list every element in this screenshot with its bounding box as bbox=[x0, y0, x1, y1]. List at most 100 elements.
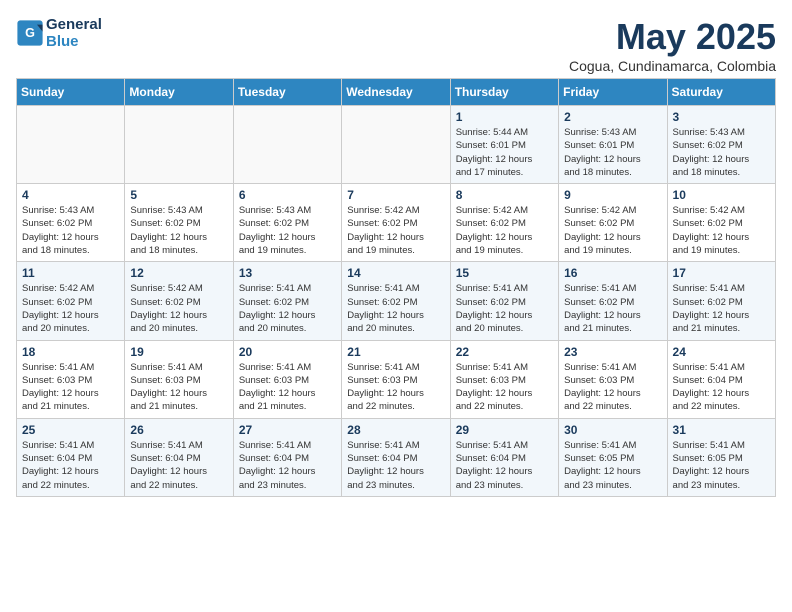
calendar-day-cell: 20Sunrise: 5:41 AM Sunset: 6:03 PM Dayli… bbox=[233, 340, 341, 418]
calendar-day-cell: 7 Sunrise: 5:42 AM Sunset: 6:02 PM Daylig… bbox=[342, 184, 450, 262]
calendar-day-cell: 10Sunrise: 5:42 AM Sunset: 6:02 PM Dayli… bbox=[667, 184, 775, 262]
calendar-day-cell: 9 Sunrise: 5:42 AM Sunset: 6:02 PM Daylig… bbox=[559, 184, 667, 262]
day-number: 2 bbox=[564, 110, 661, 124]
day-number: 22 bbox=[456, 345, 553, 359]
calendar-day-cell: 28 Sunrise: 5:41 AM Sunset: 6:04 PM Dayli… bbox=[342, 418, 450, 496]
day-number: 23 bbox=[564, 345, 661, 359]
day-number: 12 bbox=[130, 266, 227, 280]
day-info: Sunrise: 5:42 AM Sunset: 6:02 PM Dayligh… bbox=[130, 282, 227, 335]
day-number: 29 bbox=[456, 423, 553, 437]
logo-line1: General bbox=[46, 16, 102, 33]
calendar-week-row: 18Sunrise: 5:41 AM Sunset: 6:03 PM Dayli… bbox=[17, 340, 776, 418]
day-number: 9 bbox=[564, 188, 661, 202]
day-info: Sunrise: 5:41 AM Sunset: 6:04 PM Dayligh… bbox=[22, 439, 119, 492]
calendar-week-row: 1Sunrise: 5:44 AM Sunset: 6:01 PM Daylig… bbox=[17, 106, 776, 184]
day-number: 17 bbox=[673, 266, 770, 280]
day-info: Sunrise: 5:41 AM Sunset: 6:04 PM Dayligh… bbox=[347, 439, 444, 492]
calendar-day-cell: 22 Sunrise: 5:41 AM Sunset: 6:03 PM Dayli… bbox=[450, 340, 558, 418]
calendar-day-cell: 31Sunrise: 5:41 AM Sunset: 6:05 PM Dayli… bbox=[667, 418, 775, 496]
day-number: 6 bbox=[239, 188, 336, 202]
calendar-day-cell: 23 Sunrise: 5:41 AM Sunset: 6:03 PM Dayli… bbox=[559, 340, 667, 418]
day-number: 21 bbox=[347, 345, 444, 359]
day-number: 25 bbox=[22, 423, 119, 437]
day-info: Sunrise: 5:41 AM Sunset: 6:04 PM Dayligh… bbox=[130, 439, 227, 492]
calendar-day-cell: 1Sunrise: 5:44 AM Sunset: 6:01 PM Daylig… bbox=[450, 106, 558, 184]
calendar-day-cell: 25 Sunrise: 5:41 AM Sunset: 6:04 PM Dayli… bbox=[17, 418, 125, 496]
calendar-day-cell bbox=[17, 106, 125, 184]
weekday-header-thursday: Thursday bbox=[450, 79, 558, 106]
day-info: Sunrise: 5:41 AM Sunset: 6:05 PM Dayligh… bbox=[673, 439, 770, 492]
day-number: 26 bbox=[130, 423, 227, 437]
calendar-week-row: 11 Sunrise: 5:42 AM Sunset: 6:02 PM Dayli… bbox=[17, 262, 776, 340]
day-number: 16 bbox=[564, 266, 661, 280]
calendar-day-cell: 5 Sunrise: 5:43 AM Sunset: 6:02 PM Daylig… bbox=[125, 184, 233, 262]
calendar-day-cell: 18Sunrise: 5:41 AM Sunset: 6:03 PM Dayli… bbox=[17, 340, 125, 418]
calendar-day-cell: 27Sunrise: 5:41 AM Sunset: 6:04 PM Dayli… bbox=[233, 418, 341, 496]
logo: G General Blue bbox=[16, 16, 102, 50]
calendar-week-row: 25 Sunrise: 5:41 AM Sunset: 6:04 PM Dayli… bbox=[17, 418, 776, 496]
calendar-day-cell: 4 Sunrise: 5:43 AM Sunset: 6:02 PM Daylig… bbox=[17, 184, 125, 262]
month-title: May 2025 bbox=[569, 16, 776, 58]
day-info: Sunrise: 5:41 AM Sunset: 6:03 PM Dayligh… bbox=[130, 361, 227, 414]
day-info: Sunrise: 5:43 AM Sunset: 6:01 PM Dayligh… bbox=[564, 126, 661, 179]
day-number: 5 bbox=[130, 188, 227, 202]
logo-icon: G bbox=[16, 19, 44, 47]
day-info: Sunrise: 5:41 AM Sunset: 6:02 PM Dayligh… bbox=[564, 282, 661, 335]
calendar-day-cell bbox=[233, 106, 341, 184]
calendar-day-cell bbox=[125, 106, 233, 184]
calendar-day-cell: 17 Sunrise: 5:41 AM Sunset: 6:02 PM Dayli… bbox=[667, 262, 775, 340]
calendar-day-cell: 3Sunrise: 5:43 AM Sunset: 6:02 PM Daylig… bbox=[667, 106, 775, 184]
weekday-header-wednesday: Wednesday bbox=[342, 79, 450, 106]
day-number: 4 bbox=[22, 188, 119, 202]
day-info: Sunrise: 5:41 AM Sunset: 6:03 PM Dayligh… bbox=[239, 361, 336, 414]
day-info: Sunrise: 5:42 AM Sunset: 6:02 PM Dayligh… bbox=[347, 204, 444, 257]
day-info: Sunrise: 5:42 AM Sunset: 6:02 PM Dayligh… bbox=[564, 204, 661, 257]
calendar-day-cell: 15Sunrise: 5:41 AM Sunset: 6:02 PM Dayli… bbox=[450, 262, 558, 340]
logo-line2: Blue bbox=[46, 33, 102, 50]
title-block: May 2025 Cogua, Cundinamarca, Colombia bbox=[569, 16, 776, 74]
day-info: Sunrise: 5:41 AM Sunset: 6:02 PM Dayligh… bbox=[673, 282, 770, 335]
day-info: Sunrise: 5:41 AM Sunset: 6:02 PM Dayligh… bbox=[456, 282, 553, 335]
day-info: Sunrise: 5:41 AM Sunset: 6:04 PM Dayligh… bbox=[673, 361, 770, 414]
weekday-header-row: SundayMondayTuesdayWednesdayThursdayFrid… bbox=[17, 79, 776, 106]
day-number: 3 bbox=[673, 110, 770, 124]
day-number: 7 bbox=[347, 188, 444, 202]
calendar-day-cell: 29Sunrise: 5:41 AM Sunset: 6:04 PM Dayli… bbox=[450, 418, 558, 496]
svg-text:G: G bbox=[25, 26, 35, 40]
day-info: Sunrise: 5:43 AM Sunset: 6:02 PM Dayligh… bbox=[22, 204, 119, 257]
location: Cogua, Cundinamarca, Colombia bbox=[569, 58, 776, 74]
calendar-day-cell: 12 Sunrise: 5:42 AM Sunset: 6:02 PM Dayli… bbox=[125, 262, 233, 340]
day-info: Sunrise: 5:43 AM Sunset: 6:02 PM Dayligh… bbox=[130, 204, 227, 257]
day-info: Sunrise: 5:41 AM Sunset: 6:03 PM Dayligh… bbox=[347, 361, 444, 414]
day-number: 11 bbox=[22, 266, 119, 280]
day-number: 24 bbox=[673, 345, 770, 359]
weekday-header-saturday: Saturday bbox=[667, 79, 775, 106]
day-info: Sunrise: 5:41 AM Sunset: 6:03 PM Dayligh… bbox=[564, 361, 661, 414]
day-number: 1 bbox=[456, 110, 553, 124]
calendar-day-cell: 24 Sunrise: 5:41 AM Sunset: 6:04 PM Dayli… bbox=[667, 340, 775, 418]
day-number: 19 bbox=[130, 345, 227, 359]
day-info: Sunrise: 5:41 AM Sunset: 6:02 PM Dayligh… bbox=[239, 282, 336, 335]
day-info: Sunrise: 5:42 AM Sunset: 6:02 PM Dayligh… bbox=[456, 204, 553, 257]
calendar-day-cell: 11 Sunrise: 5:42 AM Sunset: 6:02 PM Dayli… bbox=[17, 262, 125, 340]
calendar-day-cell: 2 Sunrise: 5:43 AM Sunset: 6:01 PM Daylig… bbox=[559, 106, 667, 184]
weekday-header-monday: Monday bbox=[125, 79, 233, 106]
page-header: G General Blue May 2025 Cogua, Cundinama… bbox=[16, 16, 776, 74]
day-info: Sunrise: 5:42 AM Sunset: 6:02 PM Dayligh… bbox=[22, 282, 119, 335]
calendar-day-cell: 19 Sunrise: 5:41 AM Sunset: 6:03 PM Dayli… bbox=[125, 340, 233, 418]
day-number: 13 bbox=[239, 266, 336, 280]
day-info: Sunrise: 5:41 AM Sunset: 6:05 PM Dayligh… bbox=[564, 439, 661, 492]
day-info: Sunrise: 5:41 AM Sunset: 6:02 PM Dayligh… bbox=[347, 282, 444, 335]
calendar-day-cell: 30Sunrise: 5:41 AM Sunset: 6:05 PM Dayli… bbox=[559, 418, 667, 496]
calendar-day-cell: 26 Sunrise: 5:41 AM Sunset: 6:04 PM Dayli… bbox=[125, 418, 233, 496]
day-number: 14 bbox=[347, 266, 444, 280]
calendar-day-cell: 21 Sunrise: 5:41 AM Sunset: 6:03 PM Dayli… bbox=[342, 340, 450, 418]
day-info: Sunrise: 5:43 AM Sunset: 6:02 PM Dayligh… bbox=[239, 204, 336, 257]
calendar-day-cell: 13 Sunrise: 5:41 AM Sunset: 6:02 PM Dayli… bbox=[233, 262, 341, 340]
calendar-week-row: 4 Sunrise: 5:43 AM Sunset: 6:02 PM Daylig… bbox=[17, 184, 776, 262]
weekday-header-sunday: Sunday bbox=[17, 79, 125, 106]
day-info: Sunrise: 5:41 AM Sunset: 6:03 PM Dayligh… bbox=[456, 361, 553, 414]
day-info: Sunrise: 5:41 AM Sunset: 6:04 PM Dayligh… bbox=[239, 439, 336, 492]
day-number: 28 bbox=[347, 423, 444, 437]
calendar-day-cell bbox=[342, 106, 450, 184]
